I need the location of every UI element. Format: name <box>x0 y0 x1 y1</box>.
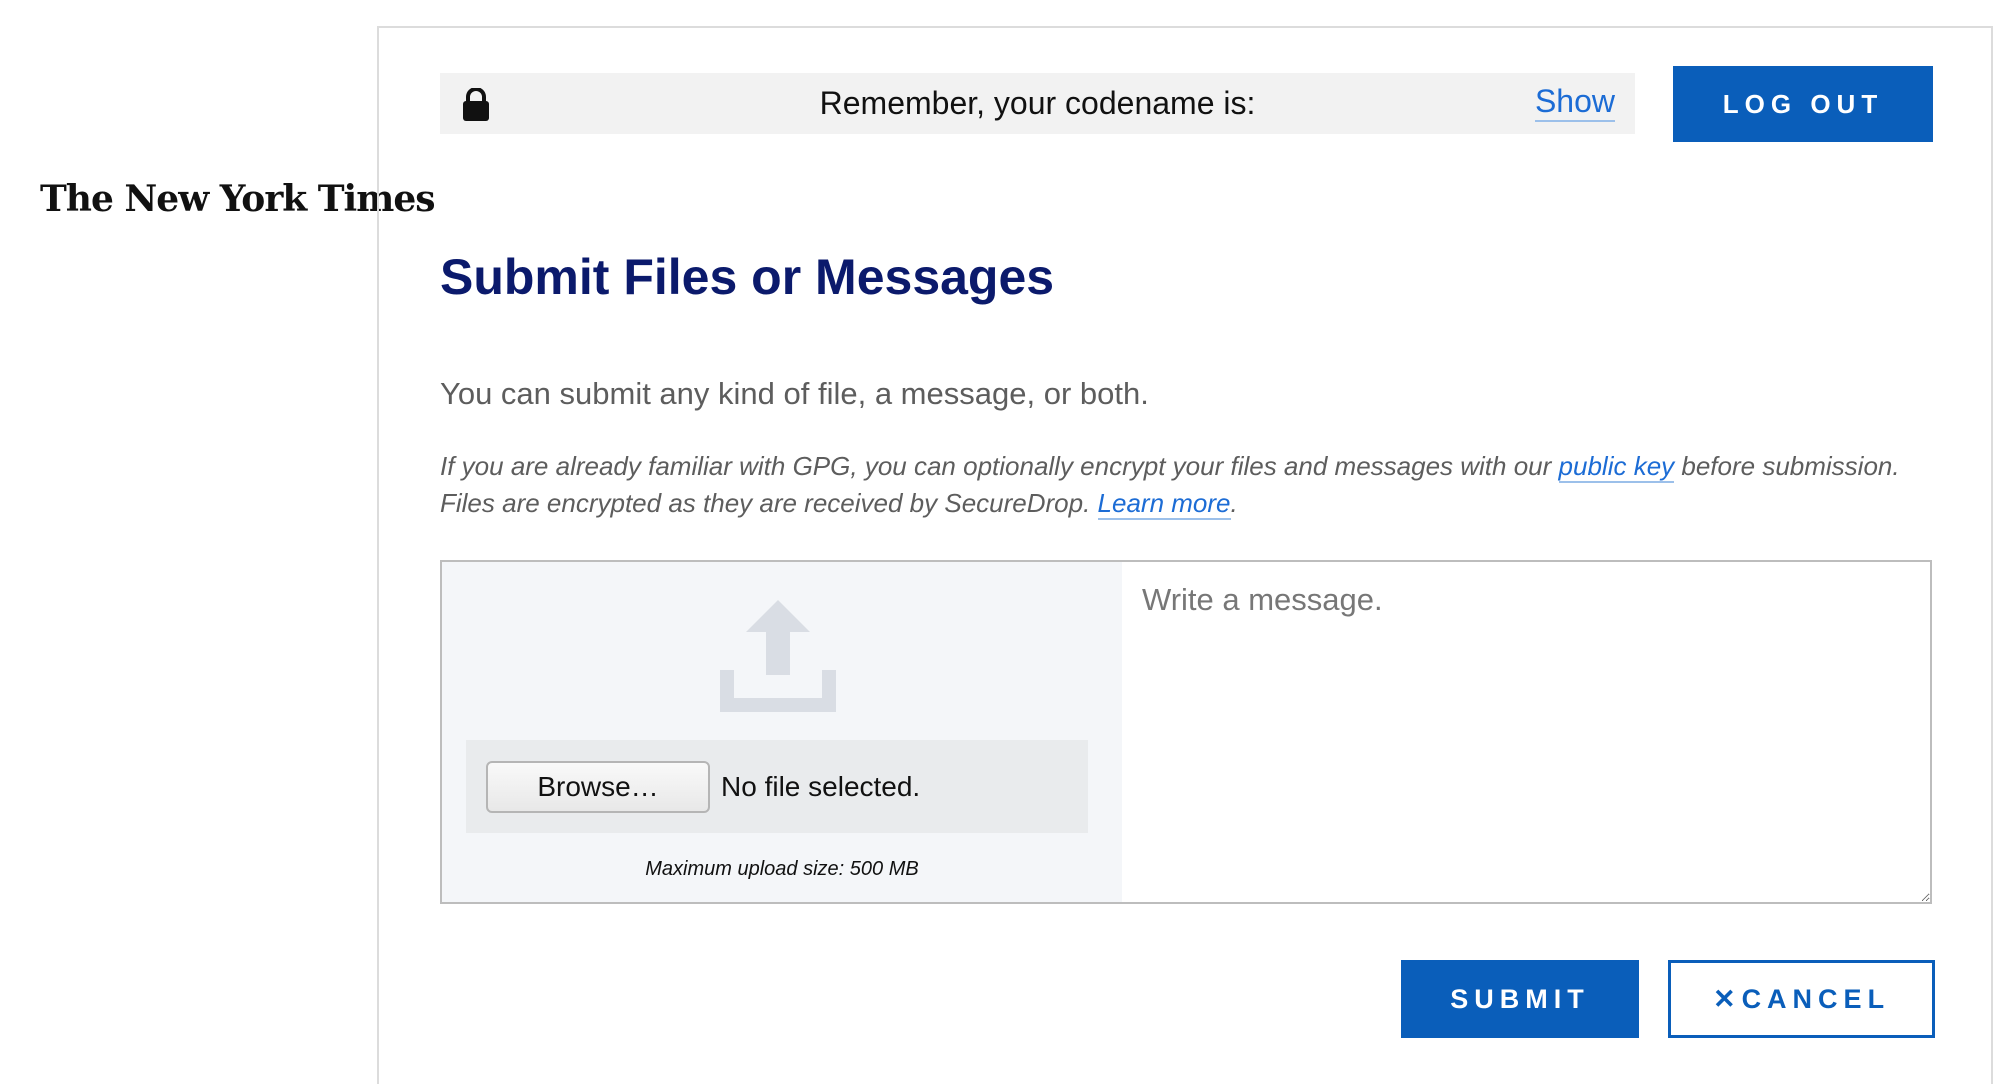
max-upload-size: Maximum upload size: 500 MB <box>645 858 919 880</box>
gpg-note-text: If you are already familiar with GPG, yo… <box>440 451 1559 481</box>
nyt-logo: The New York Times <box>40 178 436 220</box>
submit-button[interactable]: SUBMIT <box>1401 960 1639 1038</box>
file-upload-area[interactable]: Browse… No file selected. Maximum upload… <box>442 562 1122 902</box>
cancel-label: CANCEL <box>1741 983 1891 1014</box>
browse-button[interactable]: Browse… <box>486 761 710 813</box>
close-icon: ✕ <box>1712 983 1736 1014</box>
file-status: No file selected. <box>721 771 921 802</box>
page: The New York Times Remember, your codena… <box>0 0 2014 1084</box>
message-textarea[interactable] <box>1122 562 1930 902</box>
logout-button[interactable]: LOG OUT <box>1673 66 1933 142</box>
cancel-button[interactable]: ✕ CANCEL <box>1668 960 1935 1038</box>
file-input-row: Browse… No file selected. <box>466 740 1088 833</box>
submission-box: Browse… No file selected. Maximum upload… <box>440 560 1932 904</box>
learn-more-link[interactable]: Learn more <box>1097 488 1231 520</box>
gpg-note-period: . <box>1230 488 1238 518</box>
upload-icon <box>720 600 836 712</box>
codename-bar: Remember, your codename is: Show <box>440 73 1635 134</box>
intro-text: You can submit any kind of file, a messa… <box>440 376 1149 411</box>
codename-reminder: Remember, your codename is: <box>819 85 1256 121</box>
public-key-link[interactable]: public key <box>1558 451 1675 483</box>
page-title: Submit Files or Messages <box>440 249 1055 305</box>
gpg-note: If you are already familiar with GPG, yo… <box>440 448 1940 522</box>
show-codename-link[interactable]: Show <box>1534 82 1615 122</box>
main-panel: Remember, your codename is: Show LOG OUT… <box>377 26 1993 1084</box>
